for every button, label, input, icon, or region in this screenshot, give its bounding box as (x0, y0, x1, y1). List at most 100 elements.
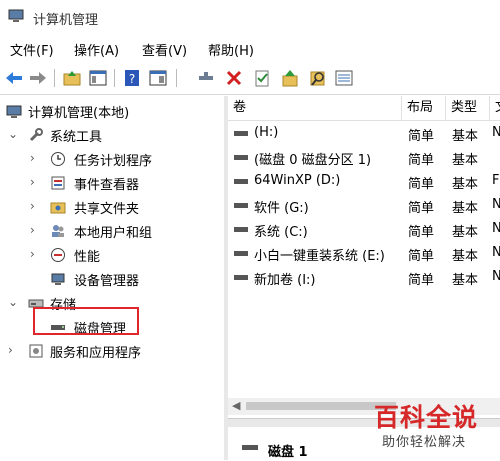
table-row[interactable]: (磁盘 0 磁盘分区 1) 简单 基本 (228, 146, 500, 168)
cell-layout: 简单 (408, 129, 435, 144)
toolbar-separator (114, 69, 115, 87)
table-row[interactable]: 系统 (C:) 简单 基本 N (228, 218, 500, 240)
folder-up-icon[interactable] (62, 68, 82, 88)
users-icon (52, 225, 64, 237)
performance-icon (51, 248, 65, 262)
tree-label: 本地用户和组 (74, 226, 153, 241)
column-header-volume[interactable]: 卷 (228, 96, 402, 120)
cell-filesystem: N (492, 221, 500, 236)
volume-icon (234, 251, 248, 256)
tree-item-services[interactable]: › 服务和应用程序 (0, 340, 224, 362)
volume-icon (234, 275, 248, 280)
chevron-right-icon[interactable]: › (30, 199, 40, 213)
checkmark-icon[interactable] (252, 68, 272, 88)
table-row[interactable]: 新加卷 (I:) 简单 基本 N (228, 266, 500, 288)
column-header-filesystem[interactable]: 文 (490, 96, 500, 120)
cell-type: 基本 (452, 129, 479, 144)
cell-layout: 简单 (408, 177, 435, 192)
list-icon[interactable] (334, 68, 354, 88)
watermark-subtitle: 助你轻松解决 (382, 435, 467, 450)
tree-item-event-viewer[interactable]: › 事件查看器 (0, 172, 224, 194)
menu-view[interactable]: 查看(V) (142, 40, 187, 59)
cell-type: 基本 (452, 249, 479, 264)
column-header-type[interactable]: 类型 (446, 96, 490, 120)
chevron-down-icon[interactable]: ⌄ (8, 295, 18, 309)
show-hide-tree-icon[interactable] (88, 68, 108, 88)
volume-icon (234, 155, 248, 160)
cell-volume: (磁盘 0 磁盘分区 1) (254, 153, 372, 168)
menu-help[interactable]: 帮助(H) (208, 40, 254, 59)
forward-arrow-icon[interactable] (28, 68, 48, 88)
tree-label: 设备管理器 (74, 274, 140, 289)
cell-layout: 简单 (408, 249, 435, 264)
table-row[interactable]: (H:) 简单 基本 N (228, 122, 500, 144)
chevron-right-icon[interactable]: › (30, 151, 40, 165)
chevron-right-icon[interactable]: › (8, 343, 18, 357)
tree-label: 计算机管理(本地) (28, 106, 130, 121)
column-header-layout[interactable]: 布局 (402, 96, 446, 120)
volume-icon (234, 203, 248, 208)
cell-volume: 新加卷 (I:) (254, 273, 316, 288)
tree-label: 性能 (74, 250, 101, 265)
svg-text:?: ? (129, 72, 135, 86)
tree-item-performance[interactable]: › 性能 (0, 244, 224, 266)
tree-item-system-tools[interactable]: ⌄ 系统工具 (0, 124, 224, 146)
table-header: 卷 布局 类型 文 (228, 96, 500, 121)
tree-label: 共享文件夹 (74, 202, 140, 217)
cell-volume: 软件 (G:) (254, 201, 309, 216)
tree-label: 事件查看器 (74, 178, 140, 193)
cell-volume: 小白一键重装系统 (E:) (254, 249, 385, 264)
chevron-down-icon[interactable]: ⌄ (8, 127, 18, 141)
disk-label: 磁盘 1 (268, 445, 308, 460)
cell-layout: 简单 (408, 201, 435, 216)
menu-action[interactable]: 操作(A) (74, 40, 119, 59)
tree-label: 系统工具 (50, 130, 103, 145)
scroll-left-icon[interactable]: ◀ (232, 399, 240, 412)
cell-volume: 系统 (C:) (254, 225, 308, 240)
volume-icon (234, 227, 248, 232)
chevron-right-icon[interactable]: › (30, 223, 40, 237)
toolbar-separator (54, 69, 55, 87)
tree-label: 任务计划程序 (74, 154, 153, 169)
tree-item-task-scheduler[interactable]: › 任务计划程序 (0, 148, 224, 170)
tools-icon (29, 128, 43, 142)
connect-icon[interactable] (196, 68, 216, 88)
device-manager-icon (51, 273, 65, 285)
cell-type: 基本 (452, 153, 479, 168)
tree-item-shared-folders[interactable]: › 共享文件夹 (0, 196, 224, 218)
tree-label: 服务和应用程序 (50, 346, 142, 361)
table-row[interactable]: 64WinXP (D:) 简单 基本 F (228, 170, 500, 192)
cell-filesystem: N (492, 245, 500, 260)
clock-icon (51, 152, 65, 166)
disk-icon (242, 445, 258, 450)
help-icon[interactable]: ? (122, 68, 142, 88)
delete-icon[interactable] (224, 68, 244, 88)
tree-item-root[interactable]: 计算机管理(本地) (0, 100, 224, 122)
tree-item-device-manager[interactable]: 设备管理器 (0, 268, 224, 290)
tree-item-local-users[interactable]: › 本地用户和组 (0, 220, 224, 242)
event-viewer-icon (51, 176, 65, 190)
menu-file[interactable]: 文件(F) (10, 40, 54, 59)
chevron-right-icon[interactable]: › (30, 175, 40, 189)
chevron-right-icon[interactable]: › (30, 247, 40, 261)
toolbar-separator (176, 69, 177, 87)
watermark-logo: 百科全说 助你轻松解决 (364, 396, 494, 454)
navigation-tree: 计算机管理(本地) ⌄ 系统工具 › 任务计划程序 › 事件查看器 › 共享文件… (0, 96, 224, 460)
cell-layout: 简单 (408, 225, 435, 240)
cell-layout: 简单 (408, 273, 435, 288)
cell-filesystem: N (492, 125, 500, 140)
properties-icon[interactable] (148, 68, 168, 88)
table-row[interactable]: 软件 (G:) 简单 基本 N (228, 194, 500, 216)
computer-management-icon (8, 9, 24, 22)
volume-icon (234, 131, 248, 136)
computer-management-icon (6, 105, 22, 118)
cell-type: 基本 (452, 273, 479, 288)
search-icon[interactable] (308, 68, 328, 88)
cell-volume: (H:) (254, 125, 279, 140)
table-row[interactable]: 小白一键重装系统 (E:) 简单 基本 N (228, 242, 500, 264)
back-arrow-icon[interactable] (4, 68, 24, 88)
up-icon[interactable] (280, 68, 300, 88)
cell-filesystem: N (492, 197, 500, 212)
volume-icon (234, 179, 248, 184)
toolbar: ? (0, 62, 500, 95)
